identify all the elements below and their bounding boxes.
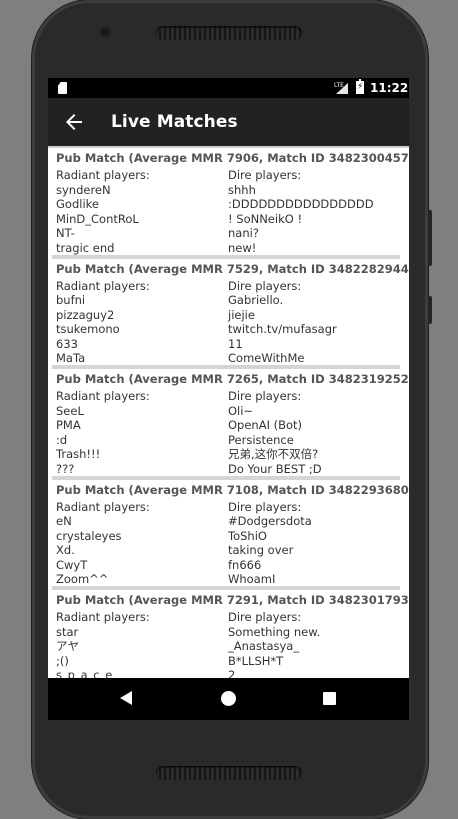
dire-player-name: fn666 bbox=[228, 557, 262, 572]
dire-players: Dire players: Something new. _Anastasya_ B*… bbox=[228, 610, 320, 678]
dire-player-name: ToShiO bbox=[228, 528, 267, 543]
radiant-players: Radiant players: bufni pizzaguy2 tsukemono 6… bbox=[56, 279, 150, 366]
radiant-player-name: tragic end bbox=[56, 240, 115, 255]
dire-player-name: Oli~ bbox=[228, 403, 254, 418]
radiant-players: Radiant players: eN crystaleyes Xd. CwyT Zoom… bbox=[56, 500, 150, 587]
radiant-label: Radiant players: bbox=[56, 278, 150, 293]
match-list[interactable]: Pub Match (Average MMR 7906, Match ID 34… bbox=[48, 146, 409, 678]
radiant-label: Radiant players: bbox=[56, 610, 150, 624]
radiant-player-name: Xd. bbox=[56, 543, 75, 557]
radiant-player-name: CwyT bbox=[56, 557, 88, 572]
dire-player-name: 兄弟,这你不双倍? bbox=[228, 447, 319, 461]
page-title: Live Matches bbox=[111, 112, 238, 132]
radiant-player-name: 633 bbox=[56, 336, 78, 351]
charging-icon: ⚡ bbox=[357, 82, 364, 92]
nav-back-icon[interactable] bbox=[120, 691, 132, 705]
dire-player-name: taking over bbox=[228, 543, 294, 557]
dire-label: Dire players: bbox=[228, 499, 302, 514]
dire-player-name: Do Your BEST ;D bbox=[228, 461, 322, 476]
match-title: Pub Match (Average MMR 7108, Match ID 34… bbox=[56, 482, 409, 497]
dire-player-name: Something new. bbox=[228, 624, 321, 639]
radiant-player-name: ??? bbox=[56, 461, 75, 476]
radiant-player-name: Zoom^^ bbox=[56, 572, 109, 586]
dire-label: Dire players: bbox=[228, 610, 302, 624]
top-speaker bbox=[156, 26, 302, 40]
arrow-back-icon[interactable] bbox=[62, 110, 86, 134]
dire-player-name: #Dodgersdota bbox=[228, 514, 312, 528]
dire-player-name: nani? bbox=[228, 226, 259, 240]
dire-player-name: Persistence bbox=[228, 432, 294, 447]
match-title: Pub Match (Average MMR 7291, Match ID 34… bbox=[56, 593, 409, 607]
sim-card-icon bbox=[58, 82, 67, 94]
radiant-player-name: crystaleyes bbox=[56, 528, 122, 543]
radiant-players: Radiant players: syndereN Godlike MinD_Cont… bbox=[56, 168, 150, 255]
radiant-players: Radiant players: star アヤ ;() s p a c e bbox=[56, 610, 150, 678]
radiant-player-name: bufni bbox=[56, 293, 86, 307]
match-card[interactable]: Pub Match (Average MMR 7108, Match ID 34… bbox=[48, 480, 409, 590]
radiant-player-name: s p a c e bbox=[56, 668, 114, 678]
dire-player-name: new! bbox=[228, 240, 257, 255]
status-bar: LTE ⚡ 11:22 bbox=[48, 78, 409, 98]
dire-player-name: Gabriello. bbox=[228, 293, 284, 307]
radiant-label: Radiant players: bbox=[56, 168, 150, 182]
screen: LTE ⚡ 11:22 Live Matches Pub Match (Aver… bbox=[48, 78, 409, 720]
dire-player-name: B*LLSH*T bbox=[228, 653, 284, 668]
clock: 11:22 bbox=[370, 81, 409, 95]
volume-button bbox=[428, 210, 432, 266]
dire-player-name: twitch.tv/mufasagr bbox=[228, 322, 337, 336]
radiant-player-name: pizzaguy2 bbox=[56, 307, 115, 322]
radiant-player-name: tsukemono bbox=[56, 322, 120, 336]
app-bar: Live Matches bbox=[48, 98, 409, 146]
navigation-bar bbox=[48, 678, 409, 720]
dire-player-name: 11 bbox=[228, 336, 243, 351]
dire-players: Dire players: #Dodgersdota ToShiO taking ov… bbox=[228, 500, 312, 587]
radiant-player-name: MinD_ContRoL bbox=[56, 211, 139, 226]
network-type: LTE bbox=[334, 82, 344, 89]
match-title: Pub Match (Average MMR 7265, Match ID 34… bbox=[56, 372, 409, 386]
dire-player-name: jiejie bbox=[228, 307, 255, 322]
dire-player-name: :DDDDDDDDDDDDDDDD bbox=[228, 197, 374, 211]
dire-players: Dire players: shhh:DDDDDDDDDDDDDDDD! SoNN… bbox=[228, 168, 374, 255]
radiant-players: Radiant players: SeeL PMA:d Trash!!!??? bbox=[56, 389, 150, 476]
match-card[interactable]: Pub Match (Average MMR 7265, Match ID 34… bbox=[48, 369, 409, 479]
dire-player-name: ! SoNNeikO ! bbox=[228, 211, 303, 226]
power-button bbox=[428, 296, 432, 324]
radiant-player-name: Trash!!! bbox=[56, 447, 101, 461]
dire-player-name: _Anastasya_ bbox=[228, 639, 300, 653]
radiant-player-name: :d bbox=[56, 432, 68, 447]
match-card[interactable]: Pub Match (Average MMR 7906, Match ID 34… bbox=[48, 148, 409, 258]
dire-label: Dire players: bbox=[228, 168, 302, 182]
dire-player-name: 2 bbox=[228, 668, 236, 678]
radiant-player-name: eN bbox=[56, 514, 72, 528]
nav-home-icon[interactable] bbox=[221, 691, 236, 706]
radiant-player-name: ;() bbox=[56, 653, 69, 668]
radiant-label: Radiant players: bbox=[56, 499, 150, 514]
radiant-player-name: NT- bbox=[56, 226, 75, 240]
match-card[interactable]: Pub Match (Average MMR 7291, Match ID 34… bbox=[48, 590, 409, 678]
radiant-label: Radiant players: bbox=[56, 389, 150, 403]
nav-recents-icon[interactable] bbox=[323, 692, 336, 705]
dire-player-name: WhoamI bbox=[228, 572, 276, 586]
dire-label: Dire players: bbox=[228, 389, 302, 403]
dire-player-name: OpenAI (Bot) bbox=[228, 418, 303, 432]
radiant-player-name: star bbox=[56, 624, 79, 639]
dire-player-name: shhh bbox=[228, 182, 256, 197]
dire-players: Dire players: Oli~ OpenAI (Bot) Persistence… bbox=[228, 389, 322, 476]
radiant-player-name: Godlike bbox=[56, 197, 99, 211]
radiant-player-name: PMA bbox=[56, 418, 81, 432]
dire-player-name: ComeWithMe bbox=[228, 351, 305, 365]
bottom-speaker bbox=[156, 766, 302, 780]
front-camera bbox=[99, 26, 111, 38]
match-title: Pub Match (Average MMR 7906, Match ID 34… bbox=[56, 151, 409, 165]
match-card[interactable]: Pub Match (Average MMR 7529, Match ID 34… bbox=[48, 259, 409, 369]
dire-label: Dire players: bbox=[228, 278, 302, 293]
match-title: Pub Match (Average MMR 7529, Match ID 34… bbox=[56, 261, 409, 276]
dire-players: Dire players: Gabriello. jiejie twitch.tv/m… bbox=[228, 279, 337, 366]
radiant-player-name: アヤ bbox=[56, 639, 79, 653]
radiant-player-name: MaTa bbox=[56, 351, 86, 365]
radiant-player-name: SeeL bbox=[56, 403, 84, 418]
radiant-player-name: syndereN bbox=[56, 182, 111, 197]
